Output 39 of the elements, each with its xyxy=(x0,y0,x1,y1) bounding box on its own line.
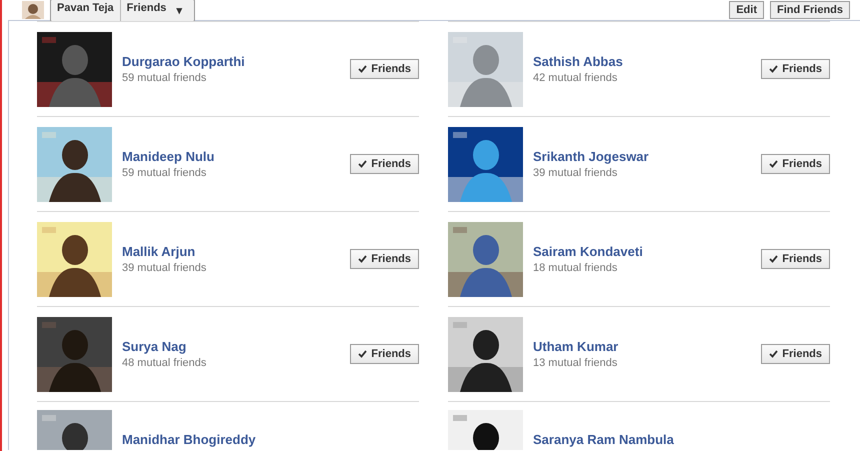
friend-name[interactable]: Srikanth Jogeswar xyxy=(533,149,752,164)
friends-button[interactable]: Friends xyxy=(350,249,419,269)
friend-name[interactable]: Sathish Abbas xyxy=(533,54,752,69)
mutual-friends-count[interactable]: 59 mutual friends xyxy=(122,167,340,179)
friend-name[interactable]: Manidhar Bhogireddy xyxy=(122,432,419,447)
check-icon xyxy=(769,350,778,358)
friend-name[interactable]: Mallik Arjun xyxy=(122,244,340,259)
mutual-friends-count[interactable]: 18 mutual friends xyxy=(533,262,752,274)
header-button[interactable]: Find Friends xyxy=(770,1,850,19)
friends-button[interactable]: Friends xyxy=(761,344,830,364)
friend-name[interactable]: Utham Kumar xyxy=(533,339,752,354)
mutual-friends-count[interactable]: 59 mutual friends xyxy=(122,72,340,84)
friend-name[interactable]: Saranya Ram Nambula xyxy=(533,432,830,447)
friend-name[interactable]: Surya Nag xyxy=(122,339,340,354)
check-icon xyxy=(769,255,778,263)
friends-button[interactable]: Friends xyxy=(761,154,830,174)
mutual-friends-count[interactable]: 48 mutual friends xyxy=(122,357,340,369)
friend-name[interactable]: Manideep Nulu xyxy=(122,149,340,164)
mutual-friends-count[interactable]: 42 mutual friends xyxy=(533,72,752,84)
friends-button[interactable]: Friends xyxy=(761,249,830,269)
check-icon xyxy=(358,65,368,73)
check-icon xyxy=(769,65,778,73)
friend-name[interactable]: Durgarao Kopparthi xyxy=(122,54,340,69)
profile-switcher[interactable]: Pavan Teja Friends ▾ xyxy=(50,0,196,22)
mutual-friends-count[interactable]: 39 mutual friends xyxy=(533,167,752,179)
profile-name[interactable]: Pavan Teja xyxy=(51,0,120,20)
header-button[interactable]: Edit xyxy=(729,1,764,19)
mutual-friends-count[interactable]: 39 mutual friends xyxy=(122,262,340,274)
friends-button[interactable]: Friends xyxy=(350,344,419,364)
check-icon xyxy=(358,350,368,358)
friends-button[interactable]: Friends xyxy=(761,59,830,79)
check-icon xyxy=(358,255,368,263)
check-icon xyxy=(769,160,778,168)
friend-name[interactable]: Sairam Kondaveti xyxy=(533,244,752,259)
friends-button[interactable]: Friends xyxy=(350,154,419,174)
check-icon xyxy=(358,160,368,168)
friends-menu[interactable]: Friends ▾ xyxy=(120,0,194,20)
friends-button[interactable]: Friends xyxy=(350,59,419,79)
mutual-friends-count[interactable]: 13 mutual friends xyxy=(533,357,752,369)
